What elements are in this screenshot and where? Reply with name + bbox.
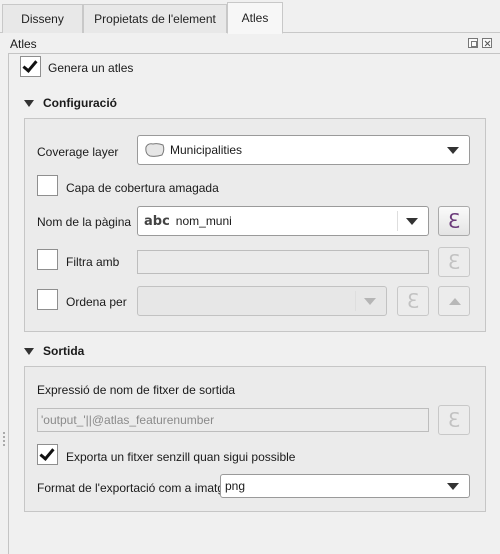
expression-icon: ℇ <box>447 250 461 274</box>
sort-expression-button[interactable]: ℇ <box>397 286 429 316</box>
filter-label: Filtra amb <box>66 255 120 269</box>
checkmark-icon <box>39 445 55 461</box>
coverage-layer-value: Municipalities <box>170 143 243 157</box>
tab-label: Atles <box>241 11 269 25</box>
collapse-triangle-icon <box>24 347 34 355</box>
tab-label: Propietats de l'element <box>94 12 216 26</box>
checkmark-icon <box>22 57 38 73</box>
sort-ascending-button[interactable] <box>438 286 470 316</box>
output-group-header[interactable]: Sortida <box>24 344 84 358</box>
single-file-checkbox[interactable] <box>37 444 58 465</box>
output-filename-expression-button[interactable]: ℇ <box>438 405 470 435</box>
page-name-value: nom_muni <box>175 214 232 228</box>
generate-atlas-checkbox[interactable] <box>20 56 41 77</box>
expression-icon: ℇ <box>406 289 420 313</box>
image-format-label: Format de l'exportació com a imatge <box>37 481 231 495</box>
dropdown-caret-icon <box>364 298 376 305</box>
generate-atlas-label: Genera un atles <box>48 61 134 75</box>
dock-buttons <box>468 38 492 48</box>
dock-title: Atles <box>10 37 37 51</box>
dropdown-caret-icon <box>447 483 459 490</box>
sort-label: Ordena per <box>66 295 127 309</box>
tab-label: Disseny <box>21 12 64 26</box>
tab-atles[interactable]: Atles <box>227 2 283 34</box>
tab-bar: Disseny Propietats de l'element Atles <box>0 0 500 34</box>
close-dock-icon[interactable] <box>482 38 492 48</box>
page-name-expression-button[interactable]: ℇ <box>438 206 470 236</box>
arrow-up-icon <box>449 298 461 305</box>
expression-icon: ℇ <box>447 209 461 233</box>
page-name-combo[interactable]: abc nom_muni <box>137 206 429 236</box>
collapse-triangle-icon <box>24 99 34 107</box>
filter-checkbox[interactable] <box>37 249 58 270</box>
coverage-layer-label: Coverage layer <box>37 145 119 159</box>
text-field-icon: abc <box>144 213 170 229</box>
config-group-title: Configuració <box>43 96 117 110</box>
dropdown-caret-icon <box>406 218 418 225</box>
output-filename-label: Expressió de nom de fitxer de sortida <box>37 383 236 397</box>
image-format-value: png <box>225 479 246 493</box>
tab-disseny[interactable]: Disseny <box>2 4 83 33</box>
caret-separator <box>355 291 356 311</box>
output-filename-field[interactable]: 'output_'||@atlas_featurenumber <box>37 408 429 432</box>
output-group-title: Sortida <box>43 344 85 358</box>
caret-separator <box>397 211 398 231</box>
filter-expression-button[interactable]: ℇ <box>438 247 470 277</box>
polygon-layer-icon <box>145 143 165 157</box>
dropdown-caret-icon <box>447 147 459 154</box>
sort-checkbox[interactable] <box>37 289 58 310</box>
hidden-coverage-label: Capa de cobertura amagada <box>66 181 219 195</box>
single-file-label: Exporta un fitxer senzill quan sigui pos… <box>66 450 296 464</box>
config-group-header[interactable]: Configuració <box>24 96 117 110</box>
splitter-handle[interactable] <box>3 432 5 448</box>
image-format-combo[interactable]: png <box>220 474 470 498</box>
coverage-layer-combo[interactable]: Municipalities <box>137 135 470 165</box>
filter-expression-field[interactable] <box>137 250 429 274</box>
sort-field-combo[interactable] <box>137 286 387 316</box>
page-name-label: Nom de la pàgina <box>37 215 132 229</box>
hidden-coverage-checkbox[interactable] <box>37 175 58 196</box>
tab-propietats[interactable]: Propietats de l'element <box>83 4 227 33</box>
float-dock-icon[interactable] <box>468 38 478 48</box>
expression-icon: ℇ <box>447 408 461 432</box>
